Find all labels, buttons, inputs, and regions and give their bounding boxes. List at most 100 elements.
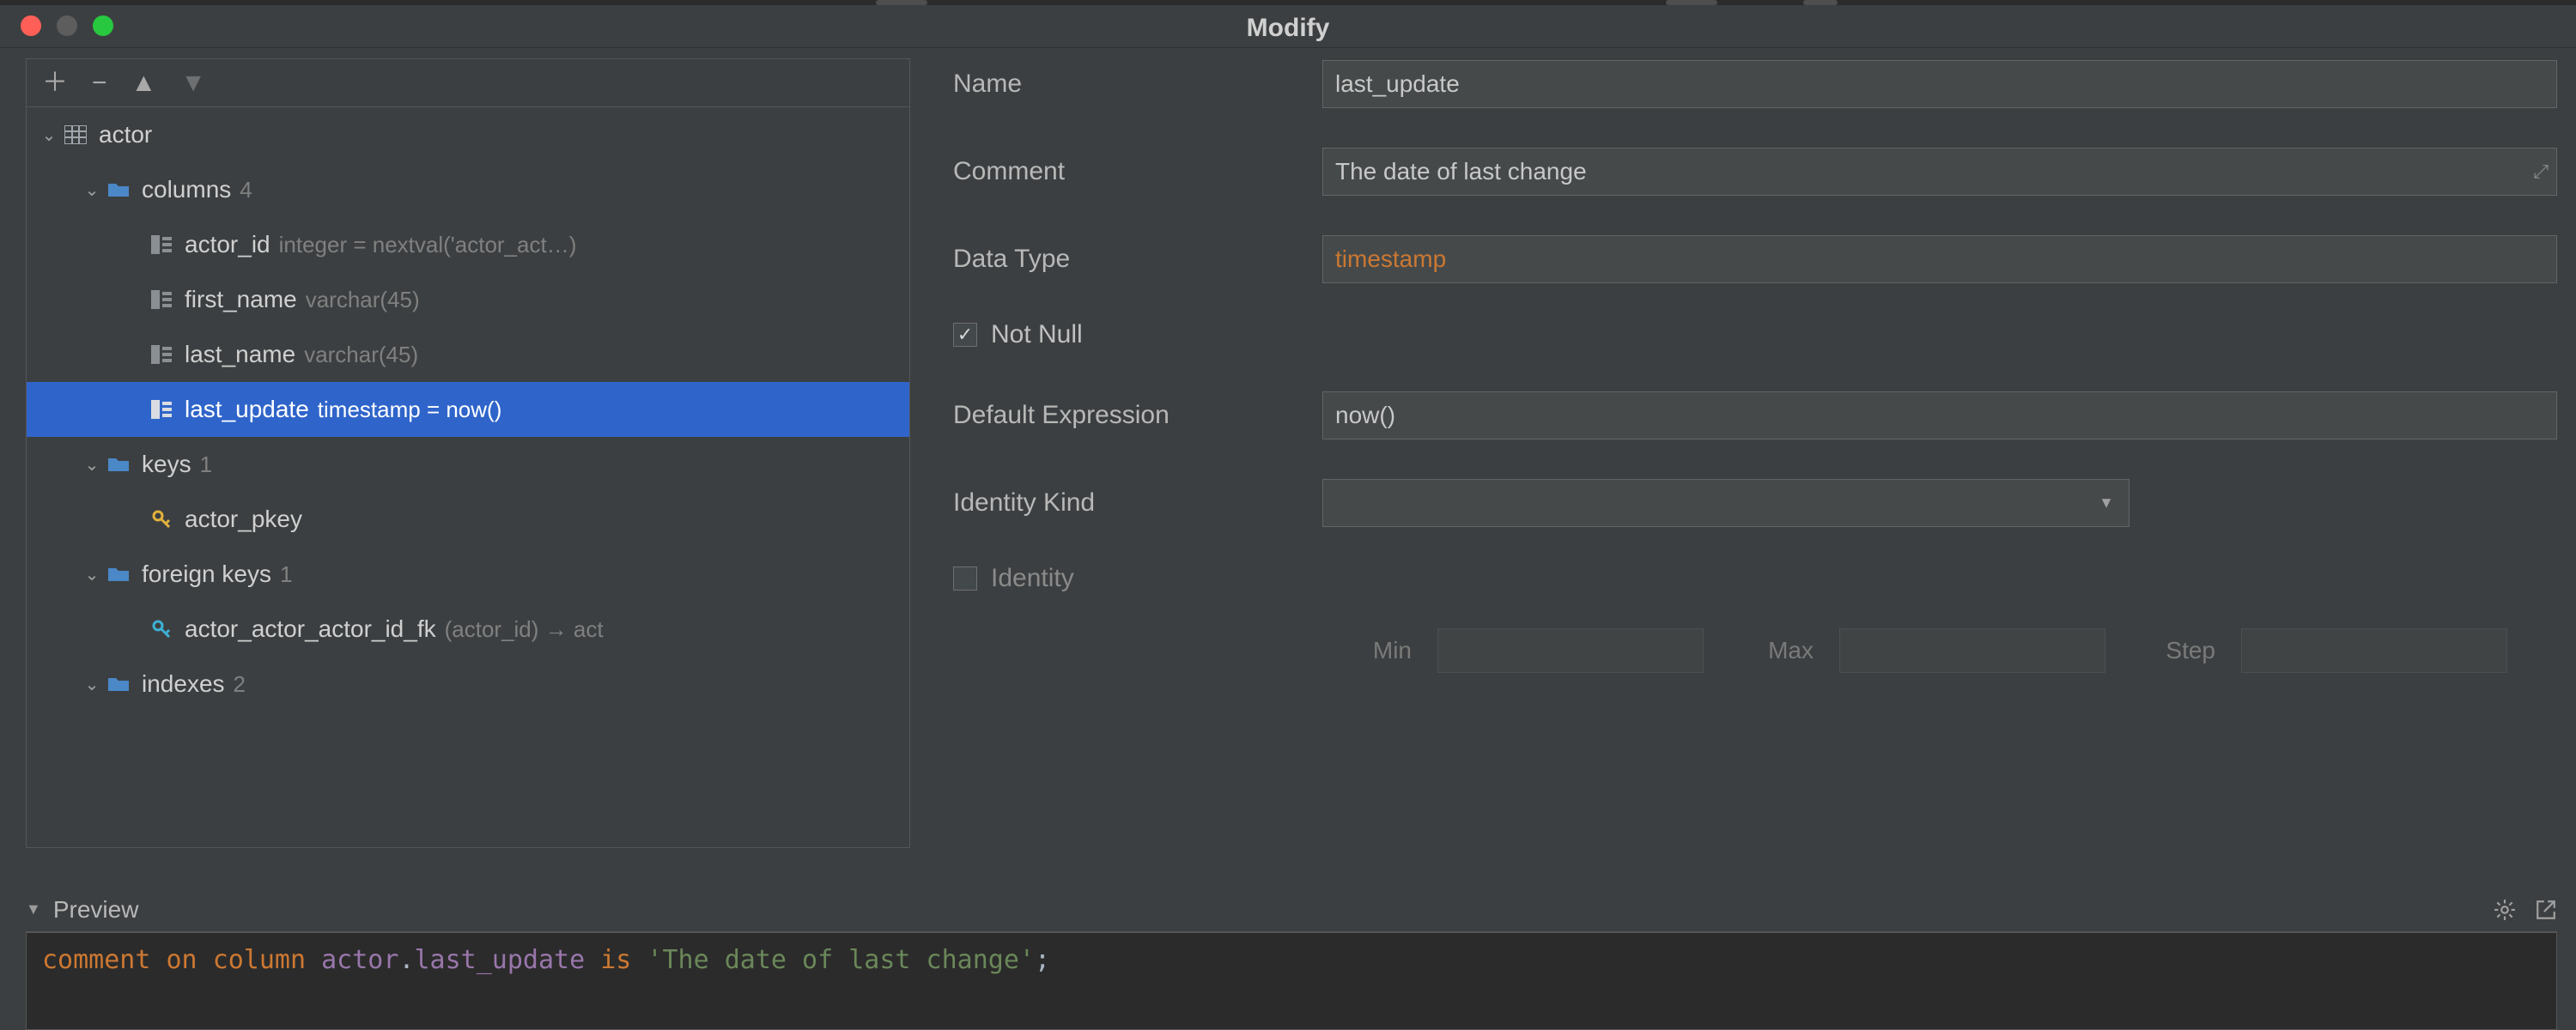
column-form: Name Comment ⤢ Data Type Not Null [953, 58, 2557, 673]
expand-toggle-icon[interactable]: ⌄ [83, 674, 100, 695]
folder-icon [106, 676, 131, 693]
folder-icon [106, 456, 131, 473]
chevron-down-icon: ▼ [2099, 494, 2114, 512]
identity-checkbox[interactable] [953, 566, 977, 591]
column-icon [149, 290, 174, 309]
tree-node-label: first_name [185, 286, 297, 313]
tree-node-count: 1 [200, 451, 212, 478]
expand-toggle-icon[interactable]: ⌄ [40, 124, 58, 146]
tree-node-label: actor_pkey [185, 506, 302, 533]
expand-toggle-icon[interactable]: ⌄ [83, 564, 100, 585]
tree-node-indexes-folder[interactable]: ⌄ indexes 2 [27, 657, 909, 712]
key-icon [149, 510, 174, 529]
tree-node-column[interactable]: last_name varchar(45) [27, 327, 909, 382]
form-label: Data Type [953, 245, 1322, 274]
preview-label: Preview [53, 896, 139, 924]
tree-node-label: indexes [142, 670, 225, 698]
sql-token: ; [1035, 945, 1050, 975]
identity-kind-select[interactable]: ▼ [1322, 479, 2129, 527]
tree-node-label: keys [142, 451, 191, 478]
identity-kind-field[interactable] [1322, 479, 2129, 527]
schema-tree[interactable]: ⌄ actor ⌄ columns 4 [27, 107, 909, 847]
schema-tree-panel: ＋ − ▲ ▼ ⌄ actor ⌄ column [26, 58, 910, 848]
expand-toggle-icon[interactable]: ⌄ [83, 179, 100, 201]
form-row-datatype: Data Type [953, 233, 2557, 285]
form-label: Default Expression [953, 401, 1322, 430]
checkbox-label: Identity [991, 564, 1074, 593]
sql-token: actor [321, 945, 398, 975]
not-null-checkbox[interactable] [953, 323, 977, 347]
sql-token: . [398, 945, 414, 975]
window-title: Modify [0, 14, 2576, 43]
max-input[interactable] [1839, 628, 2105, 673]
expand-toggle-icon[interactable]: ⌄ [83, 454, 100, 476]
main-top: ＋ − ▲ ▼ ⌄ actor ⌄ column [0, 48, 2576, 855]
form-label: Identity Kind [953, 488, 1322, 518]
tree-node-table[interactable]: ⌄ actor [27, 107, 909, 162]
tree-node-label: actor [99, 121, 152, 148]
checkbox-label: Not Null [991, 320, 1083, 349]
tree-node-key[interactable]: actor_pkey [27, 492, 909, 547]
tree-node-fkeys-folder[interactable]: ⌄ foreign keys 1 [27, 547, 909, 602]
sql-token: on [167, 945, 197, 975]
sql-token: last_update [415, 945, 586, 975]
identity-range-row: Min Max Step [1322, 628, 2557, 673]
tree-node-count: 2 [234, 671, 246, 698]
min-input[interactable] [1437, 628, 1704, 673]
tree-node-label: foreign keys [142, 560, 271, 588]
gear-icon[interactable] [2494, 899, 2516, 921]
form-label-max: Max [1724, 637, 1819, 664]
form-label-step: Step [2126, 637, 2221, 664]
form-row-notnull: Not Null [953, 309, 2557, 360]
main-area: ＋ − ▲ ▼ ⌄ actor ⌄ column [0, 48, 2576, 1030]
form-label: Name [953, 70, 1322, 99]
title-bar: Modify [0, 5, 2576, 48]
default-expression-input[interactable] [1322, 391, 2557, 439]
tree-node-label: actor_id [185, 231, 270, 258]
folder-icon [106, 566, 131, 583]
sql-token: 'The date of last change' [647, 945, 1035, 975]
data-type-input[interactable] [1322, 235, 2557, 283]
column-icon [149, 235, 174, 254]
tree-node-detail: varchar(45) [304, 342, 418, 368]
tree-node-label: last_name [185, 341, 295, 368]
add-button[interactable]: ＋ [42, 70, 68, 96]
tree-node-column[interactable]: last_update timestamp = now() [27, 382, 909, 437]
tree-node-column[interactable]: actor_id integer = nextval('actor_act…) [27, 217, 909, 272]
tree-node-detail: (actor_id) → act [445, 616, 604, 643]
column-icon [149, 400, 174, 419]
remove-button[interactable]: − [92, 70, 107, 96]
expand-icon[interactable]: ⤢ [2533, 161, 2549, 183]
name-input[interactable] [1322, 60, 2557, 108]
tree-node-keys-folder[interactable]: ⌄ keys 1 [27, 437, 909, 492]
sql-token: is [600, 945, 631, 975]
tree-node-count: 4 [240, 177, 252, 203]
move-up-button[interactable]: ▲ [131, 70, 157, 96]
column-icon [149, 345, 174, 364]
form-row-comment: Comment ⤢ [953, 146, 2557, 197]
comment-input[interactable] [1322, 148, 2557, 196]
form-label-min: Min [1322, 637, 1417, 664]
sql-preview[interactable]: comment on column actor.last_update is '… [26, 932, 2557, 1030]
sql-token: column [213, 945, 306, 975]
form-row-identity: Identity [953, 553, 2557, 604]
tree-node-detail: varchar(45) [306, 287, 420, 313]
tree-node-column[interactable]: first_name varchar(45) [27, 272, 909, 327]
form-row-identitykind: Identity Kind ▼ [953, 477, 2557, 529]
open-external-icon[interactable] [2535, 899, 2557, 921]
move-down-button[interactable]: ▼ [180, 70, 206, 96]
comment-field-wrap: ⤢ [1322, 148, 2557, 196]
step-input[interactable] [2241, 628, 2507, 673]
form-row-name: Name [953, 58, 2557, 110]
tree-toolbar: ＋ − ▲ ▼ [27, 59, 909, 107]
preview-panel: ▼ Preview comment on column actor.last_u… [26, 888, 2557, 1030]
tree-node-fkey[interactable]: actor_actor_actor_id_fk (actor_id) → act [27, 602, 909, 657]
preview-header[interactable]: ▼ Preview [26, 888, 2557, 932]
tree-node-label: last_update [185, 396, 309, 423]
tree-node-columns-folder[interactable]: ⌄ columns 4 [27, 162, 909, 217]
collapse-icon[interactable]: ▼ [26, 900, 41, 918]
tree-node-detail: integer = nextval('actor_act…) [279, 232, 577, 258]
table-icon [63, 125, 88, 144]
folder-icon [106, 181, 131, 198]
sql-token: comment [42, 945, 150, 975]
